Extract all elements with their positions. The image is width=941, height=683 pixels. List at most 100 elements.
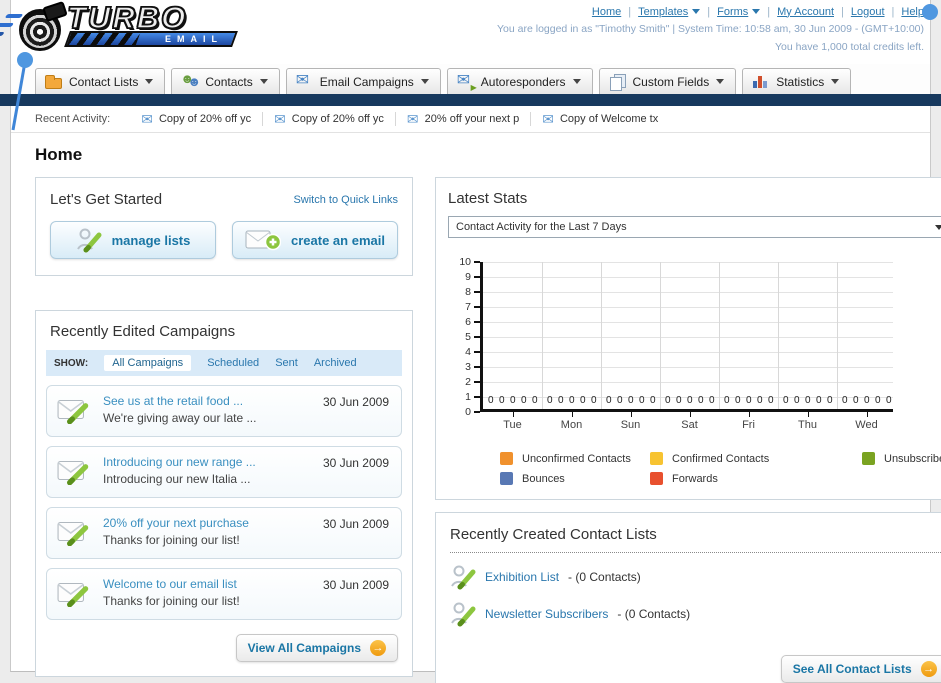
chevron-down-icon xyxy=(716,79,725,88)
envelope-pencil-icon xyxy=(57,521,89,546)
legend-swatch xyxy=(650,472,663,485)
header-link-label: Logout xyxy=(850,5,885,18)
latest-stats-panel: Latest Stats Contact Activity for the La… xyxy=(435,177,941,500)
legend-item: Confirmed Contacts xyxy=(650,452,862,465)
legend-label: Bounces xyxy=(522,472,565,485)
envelope-plus-icon xyxy=(245,230,282,251)
email-campaigns-icon xyxy=(296,73,313,89)
contact-list-item: Newsletter Subscribers - (0 Contacts) xyxy=(450,601,941,627)
chart-x-axis-labels: Tue Mon Sun Sat Fri Thu Wed xyxy=(480,412,896,438)
header: TURBO EMAIL Home Templates Fo xyxy=(11,0,938,64)
nav-tab[interactable]: Contact Lists xyxy=(35,68,166,94)
header-link[interactable]: Help xyxy=(901,6,924,18)
nav-tab-label: Contacts xyxy=(205,74,253,89)
nav-tab[interactable]: Contacts xyxy=(171,68,280,94)
header-link[interactable]: My Account xyxy=(777,6,834,18)
logo-subtitle: EMAIL xyxy=(165,34,223,44)
campaign-card: See us at the retail food ... We're givi… xyxy=(46,385,402,437)
credits-text: You have 1,000 total credits left. xyxy=(774,41,924,53)
recent-activity-item[interactable]: ✉ Copy of 20% off yc xyxy=(130,112,262,126)
legend-swatch xyxy=(500,472,513,485)
nav-tab[interactable]: Statistics xyxy=(742,68,852,94)
header-link-item: Home xyxy=(592,6,621,18)
recent-activity-item[interactable]: ✉ 20% off your next p xyxy=(394,112,530,126)
chevron-down-icon xyxy=(420,79,429,88)
legend-item: Unconfirmed Contacts xyxy=(500,452,650,465)
arrow-right-icon: → xyxy=(920,661,937,677)
campaign-card: Introducing our new range ... Introducin… xyxy=(46,446,402,498)
campaign-date: 30 Jun 2009 xyxy=(322,395,389,409)
switch-to-quick-links-link[interactable]: Switch to Quick Links xyxy=(293,194,398,206)
campaigns-panel-title: Recently Edited Campaigns xyxy=(50,323,236,340)
contact-list-item: Exhibition List - (0 Contacts) xyxy=(450,564,941,590)
legend-item: Unsubscribes xyxy=(862,452,941,465)
autoresponders-icon xyxy=(457,73,477,92)
logged-in-text: You are logged in as "Timothy Smith" | S… xyxy=(497,23,924,35)
nav-tab-label: Contact Lists xyxy=(69,74,139,89)
campaigns-filter[interactable]: Scheduled xyxy=(207,357,259,369)
legend-label: Unconfirmed Contacts xyxy=(522,452,631,465)
campaign-title-link[interactable]: 20% off your next purchase xyxy=(103,516,249,530)
person-pencil-icon xyxy=(76,228,102,253)
create-an-email-button[interactable]: create an email xyxy=(232,221,398,259)
chart-plot: 00000000000000000000000000000000000 xyxy=(480,262,893,412)
legend-swatch xyxy=(862,452,875,465)
campaign-subtitle: We're giving away our late ... xyxy=(103,411,257,425)
legend-label: Confirmed Contacts xyxy=(672,452,770,465)
campaign-title-link[interactable]: Introducing our new range ... xyxy=(103,455,256,469)
statistics-icon xyxy=(752,74,769,89)
stats-range-selected-option: Contact Activity for the Last 7 Days xyxy=(456,221,627,233)
header-link-item: Help xyxy=(885,6,924,18)
latest-stats-title: Latest Stats xyxy=(448,190,528,207)
logo-wordmark: TURBO xyxy=(66,0,188,35)
nav-tab[interactable]: Autoresponders xyxy=(446,68,593,94)
header-right: Home Templates Forms My Account xyxy=(497,5,924,54)
right-column: Latest Stats Contact Activity for the La… xyxy=(435,177,941,683)
contact-lists-icon xyxy=(45,75,62,89)
recent-activity-item-label: 20% off your next p xyxy=(424,113,520,125)
envelope-icon: ✉ xyxy=(141,111,153,127)
blue-dot-decoration xyxy=(922,4,938,20)
see-all-contact-lists-button[interactable]: See All Contact Lists → xyxy=(780,655,941,683)
chevron-down-icon xyxy=(145,79,154,88)
header-link[interactable]: Logout xyxy=(851,6,885,18)
header-link-item: My Account xyxy=(760,6,834,18)
header-link[interactable]: Templates xyxy=(638,5,701,18)
header-link[interactable]: Home xyxy=(592,6,621,18)
nav-tab-label: Autoresponders xyxy=(480,74,566,89)
person-pencil-icon xyxy=(451,565,476,590)
envelope-pencil-icon xyxy=(57,399,89,424)
chevron-down-icon xyxy=(572,79,581,88)
show-label: SHOW: xyxy=(54,357,89,369)
campaigns-filter[interactable]: Sent xyxy=(275,357,298,369)
campaigns-filter[interactable]: Archived xyxy=(314,357,357,369)
contact-list-count: - (0 Contacts) xyxy=(617,607,691,621)
manage-lists-label: manage lists xyxy=(111,232,191,248)
chevron-down-icon xyxy=(692,9,701,18)
campaign-title-link[interactable]: See us at the retail food ... xyxy=(103,394,256,408)
recent-activity-item-label: Copy of 20% off yc xyxy=(158,113,252,125)
manage-lists-button[interactable]: manage lists xyxy=(50,221,216,259)
header-link-item: Forms xyxy=(700,5,761,18)
campaign-title-link[interactable]: Welcome to our email list xyxy=(103,577,240,591)
nav-tab[interactable]: Email Campaigns xyxy=(285,68,441,94)
campaigns-filter[interactable]: All Campaigns xyxy=(104,355,192,371)
campaign-subtitle: Introducing our new Italia ... xyxy=(103,472,251,486)
contact-list-count: - (0 Contacts) xyxy=(568,570,641,584)
campaign-subtitle: Thanks for joining our list! xyxy=(103,594,240,608)
app-window: TURBO EMAIL Home Templates Fo xyxy=(0,0,941,683)
legend-swatch xyxy=(500,452,513,465)
view-all-campaigns-button[interactable]: View All Campaigns → xyxy=(235,634,398,662)
contact-list-link[interactable]: Exhibition List xyxy=(485,570,559,584)
header-link[interactable]: Forms xyxy=(717,5,761,18)
legend-label: Unsubscribes xyxy=(884,452,941,465)
chevron-down-icon xyxy=(752,9,761,18)
contact-list-link[interactable]: Newsletter Subscribers xyxy=(485,607,608,621)
campaign-card: 20% off your next purchase Thanks for jo… xyxy=(46,507,402,559)
logo-text: TURBO EMAIL xyxy=(64,0,238,47)
nav-tab[interactable]: Custom Fields xyxy=(598,68,737,94)
recent-activity-item[interactable]: ✉ Copy of 20% off yc xyxy=(262,112,395,126)
stats-range-select[interactable]: Contact Activity for the Last 7 Days xyxy=(448,216,941,238)
see-all-contact-lists-label: See All Contact Lists xyxy=(792,662,912,676)
recent-activity-item[interactable]: ✉ Copy of Welcome tx xyxy=(530,112,669,126)
